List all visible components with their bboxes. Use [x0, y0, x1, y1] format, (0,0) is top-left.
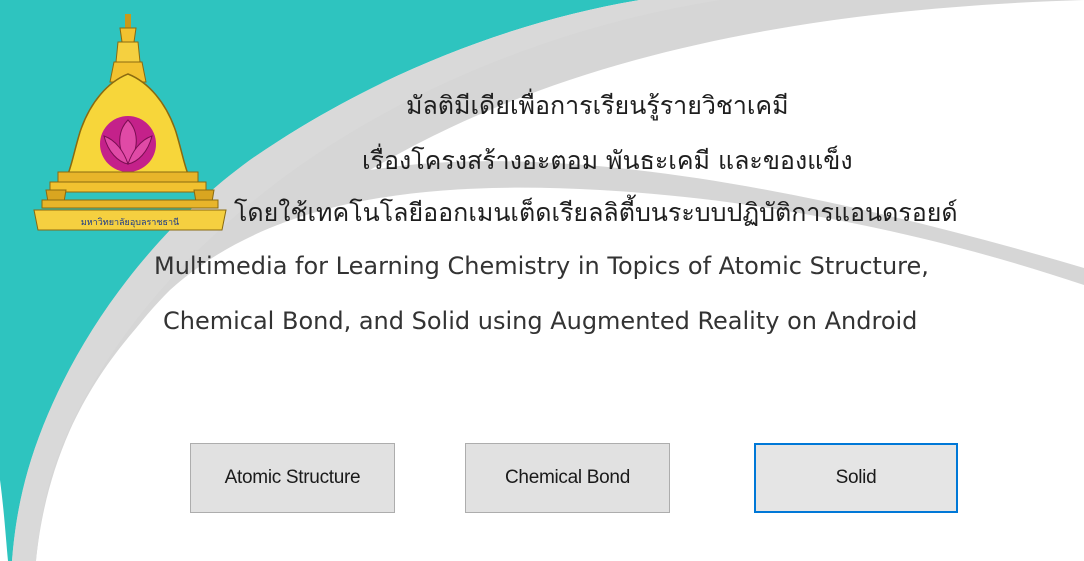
main-window: มหาวิทยาลัยอุบลราชธานี มัลติมีเดียเพื่อก…: [0, 0, 1084, 561]
atomic-structure-button[interactable]: Atomic Structure: [190, 443, 395, 513]
chemical-bond-button[interactable]: Chemical Bond: [465, 443, 670, 513]
title-thai-line-2: เรื่องโครงสร้างอะตอม พันธะเคมี และของแข็…: [362, 146, 853, 175]
title-thai-line-1: มัลติมีเดียเพื่อการเรียนรู้รายวิชาเคมี: [406, 91, 789, 120]
title-english-line-1: Multimedia for Learning Chemistry in Top…: [154, 252, 929, 280]
title-english-line-2: Chemical Bond, and Solid using Augmented…: [163, 307, 918, 335]
solid-button[interactable]: Solid: [754, 443, 958, 513]
title-thai-line-3: โดยใช้เทคโนโลยีออกเมนเต็ดเรียลลิตี้บนระบ…: [234, 198, 958, 227]
